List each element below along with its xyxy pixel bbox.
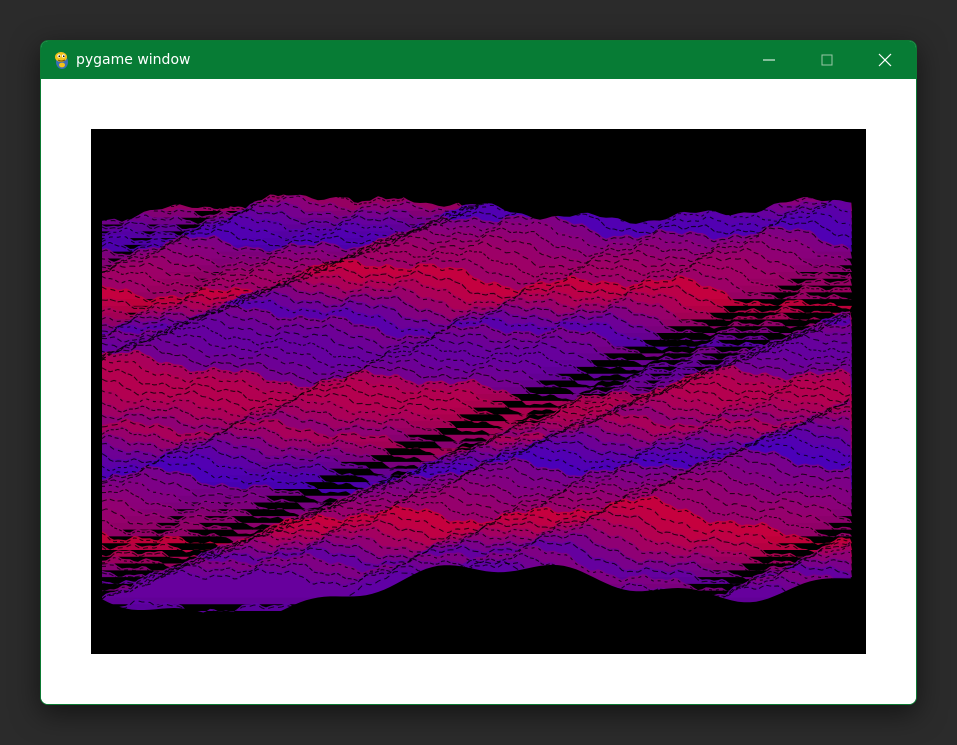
pygame-snake-icon — [55, 52, 68, 69]
canvas-side-margin — [91, 129, 102, 654]
client-area — [41, 79, 916, 704]
title-bar[interactable]: pygame window — [41, 41, 916, 79]
maximize-button[interactable] — [798, 41, 856, 79]
close-button[interactable] — [856, 41, 914, 79]
minimize-button[interactable] — [740, 41, 798, 79]
pygame-window: pygame window — [40, 40, 917, 705]
window-title: pygame window — [76, 52, 191, 68]
game-canvas[interactable] — [91, 129, 866, 654]
maximize-icon — [821, 54, 833, 66]
close-icon — [878, 53, 892, 67]
terrain-render — [91, 129, 866, 654]
canvas-side-margin — [852, 129, 866, 654]
minimize-icon — [763, 59, 775, 61]
